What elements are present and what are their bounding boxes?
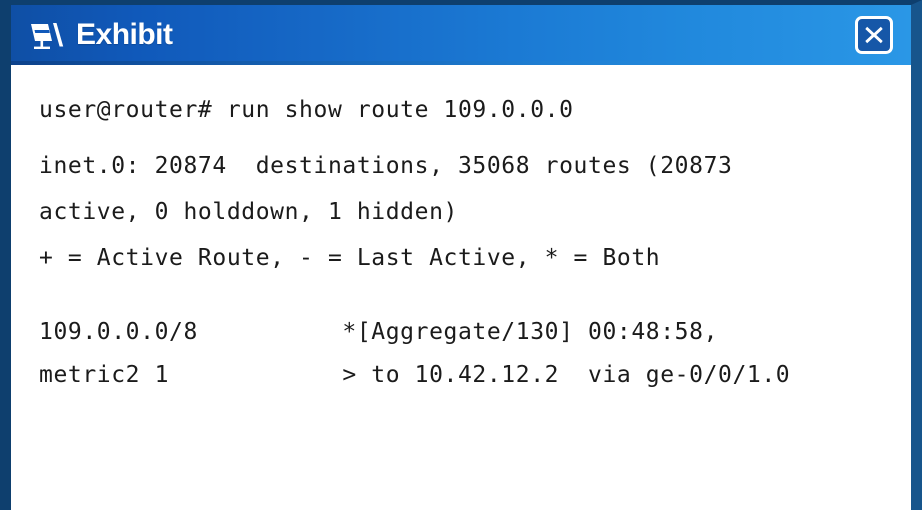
close-button[interactable]	[855, 16, 893, 54]
exhibit-easel-icon	[31, 23, 64, 49]
title-bar: Exhibit	[11, 5, 911, 65]
window-title: Exhibit	[76, 18, 173, 51]
terminal-line: user@router# run show route 109.0.0.0	[39, 97, 574, 123]
exhibit-window: Exhibit user@router# run show route 109.…	[0, 0, 922, 510]
terminal-line: active, 0 holddown, 1 hidden)	[39, 199, 458, 225]
terminal-line: metric2 1 > to 10.42.12.2 via ge-0/0/1.0	[39, 362, 791, 388]
terminal-line: 109.0.0.0/8 *[Aggregate/130] 00:48:58,	[39, 319, 719, 345]
terminal-output: user@router# run show route 109.0.0.0 in…	[11, 65, 911, 510]
terminal-line: + = Active Route, - = Last Active, * = B…	[39, 245, 661, 271]
terminal-line: inet.0: 20874 destinations, 35068 routes…	[39, 153, 733, 179]
close-icon	[865, 26, 883, 44]
